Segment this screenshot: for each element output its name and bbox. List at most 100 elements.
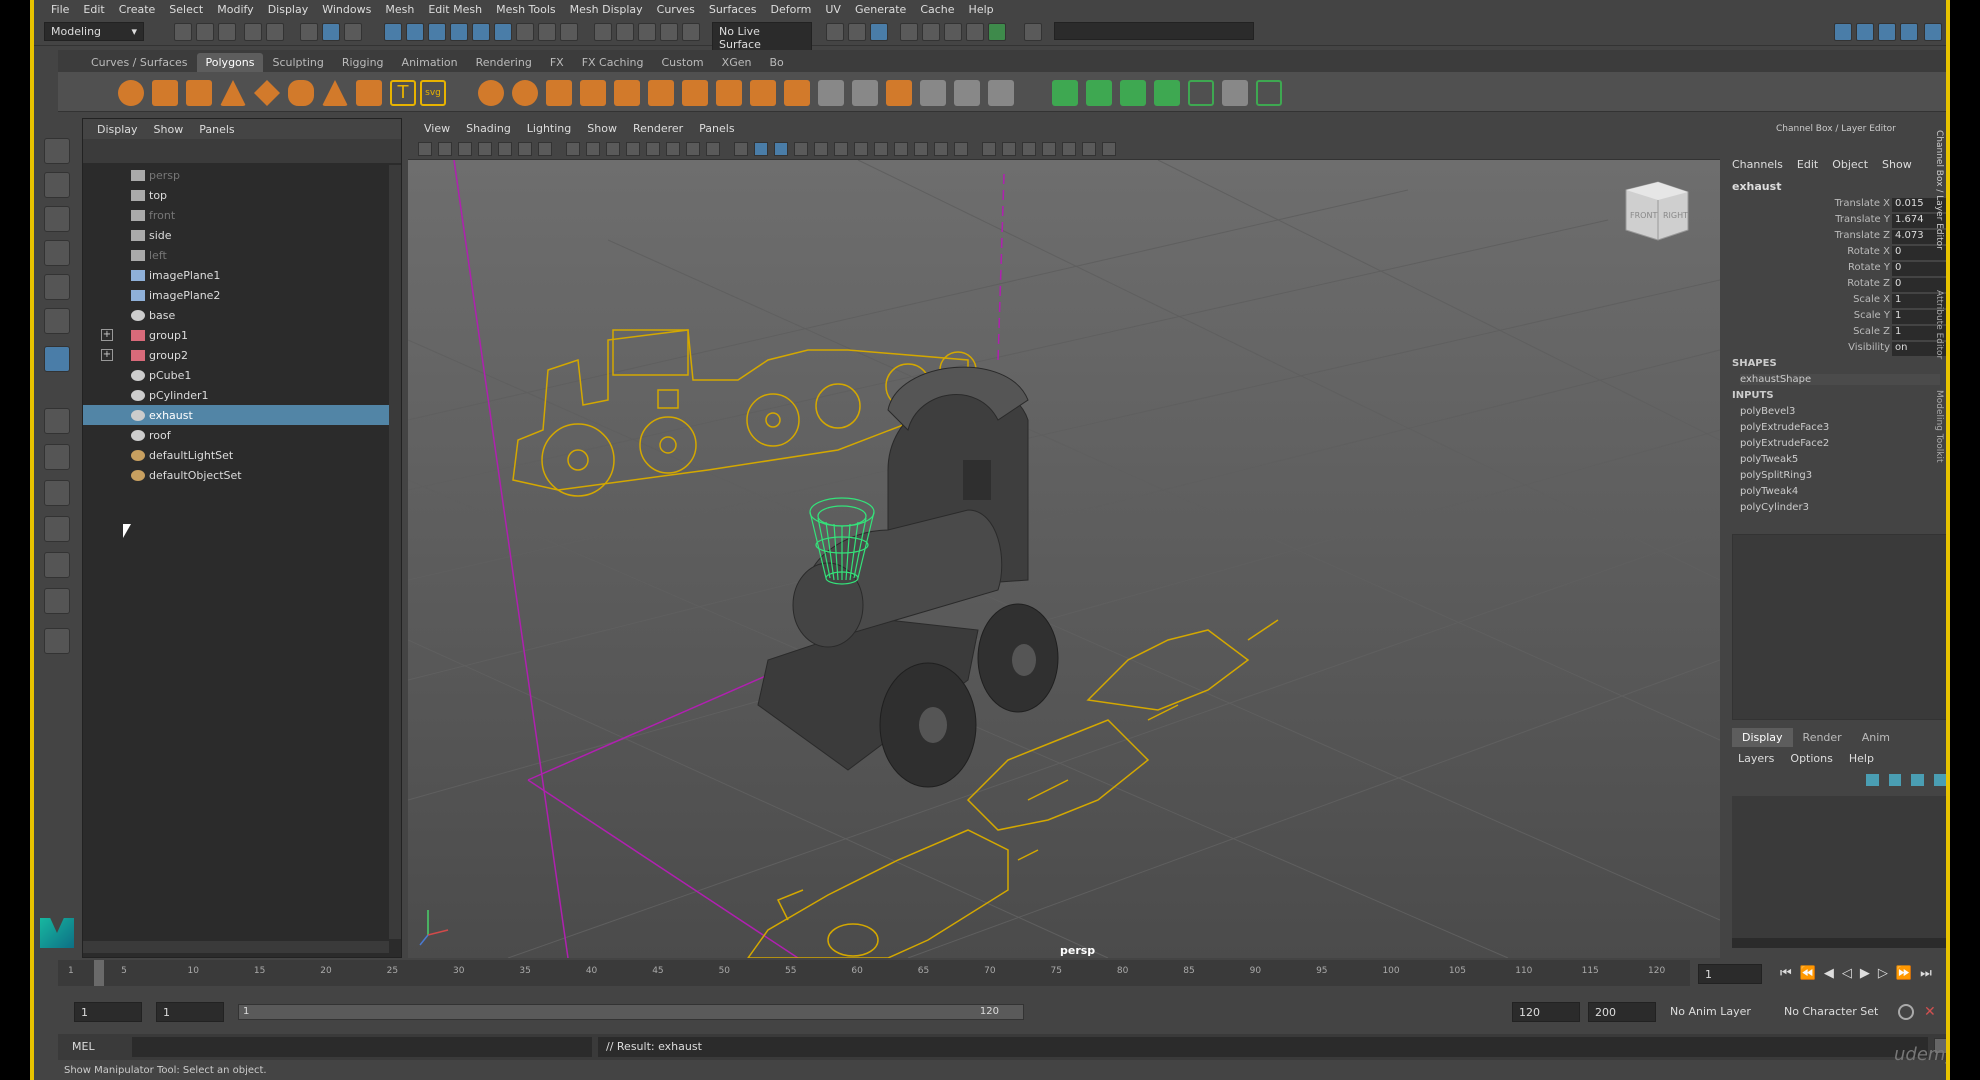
viewport-tool-icon[interactable] [418,142,432,156]
viewport-tool-icon[interactable] [586,142,600,156]
select-component-icon[interactable] [344,23,362,41]
magnet-icon[interactable] [660,23,678,41]
multicut-icon[interactable] [784,80,810,106]
command-search-field[interactable] [1054,22,1254,40]
layout-icon[interactable] [1856,23,1874,41]
undo-icon[interactable] [244,23,262,41]
target-weld-icon[interactable] [852,80,878,106]
magnet-icon[interactable] [616,23,634,41]
new-layer-icon[interactable] [1911,774,1924,786]
viewport-tool-icon[interactable] [1062,142,1076,156]
input-node-item[interactable]: polyCylinder3 [1740,502,1809,513]
four-view-icon[interactable] [44,444,70,470]
viewport-tool-icon[interactable] [686,142,700,156]
magnet-icon[interactable] [638,23,656,41]
shelf-tab-fx-caching[interactable]: FX Caching [573,53,653,72]
viewport-tool-icon[interactable] [982,142,996,156]
poly-sphere-icon[interactable] [118,80,144,106]
outliner-item-defaultobjectset[interactable]: defaultObjectSet [83,465,389,485]
expand-icon[interactable]: + [101,349,113,361]
expand-icon[interactable]: + [101,329,113,341]
viewport-tool-icon[interactable] [854,142,868,156]
viewport-tool-icon[interactable] [874,142,888,156]
persp-outliner-icon[interactable] [44,480,70,506]
viewport-tool-icon[interactable] [706,142,720,156]
poly-torus-icon[interactable] [288,80,314,106]
outliner-item-persp[interactable]: persp [83,165,389,185]
planar-map-icon[interactable] [988,80,1014,106]
input-node-item[interactable]: polyTweak4 [1740,486,1798,497]
uv-sew-icon[interactable] [1154,80,1180,106]
outliner-item-defaultlightset[interactable]: defaultLightSet [83,445,389,465]
menu-surfaces[interactable]: Surfaces [702,3,764,16]
viewport-tool-icon[interactable] [646,142,660,156]
start-time-field[interactable]: 1 [74,1002,142,1022]
menu-edit[interactable]: Edit [76,3,111,16]
render-view-icon[interactable] [900,23,918,41]
playback-start-field[interactable]: 1 [156,1002,224,1022]
menu-cache[interactable]: Cache [913,3,961,16]
current-time-marker[interactable] [94,960,104,986]
manipulator-tool-icon[interactable] [44,346,70,372]
single-perspective-icon[interactable] [44,408,70,434]
shelf-tab-fx[interactable]: FX [541,53,573,72]
smooth-icon[interactable] [580,80,606,106]
rotate-tool-icon[interactable] [44,274,70,300]
shelf-tab-sculpting[interactable]: Sculpting [263,53,332,72]
shelf-tab-xgen[interactable]: XGen [713,53,761,72]
viewport-tool-icon[interactable] [914,142,928,156]
new-layer-selected-icon[interactable] [1933,774,1946,786]
open-scene-icon[interactable] [196,23,214,41]
bevel-icon[interactable] [682,80,708,106]
outliner-item-pcylinder1[interactable]: pCylinder1 [83,385,389,405]
select-hierarchy-icon[interactable] [300,23,318,41]
viewport-menu-show[interactable]: Show [579,122,625,135]
hypershade-icon[interactable] [988,23,1006,41]
viewport-tool-icon[interactable] [1102,142,1116,156]
viewport-tool-icon[interactable] [1022,142,1036,156]
poly-pipe-icon[interactable] [356,80,382,106]
outliner-item-left[interactable]: left [83,245,389,265]
poly-pyramid-icon[interactable] [322,80,348,106]
play-back-icon[interactable]: ◁ [1842,966,1852,981]
separate-icon[interactable] [512,80,538,106]
outliner-item-roof[interactable]: roof [83,425,389,445]
menu-deform[interactable]: Deform [763,3,818,16]
attribute-editor-side-tab[interactable]: Attribute Editor [1934,290,1944,359]
magnet-icon[interactable] [682,23,700,41]
persp-viewport[interactable]: FRONT RIGHT persp [408,160,1720,958]
viewport-tool-icon[interactable] [538,142,552,156]
bridge-icon[interactable] [716,80,742,106]
channel-box-side-tab[interactable]: Channel Box / Layer Editor [1934,130,1944,250]
viewport-menu-view[interactable]: View [416,122,458,135]
uv-move-icon[interactable] [1188,80,1214,106]
go-to-start-icon[interactable]: ⏮ [1780,966,1792,981]
anim-layer-dropdown[interactable]: No Anim Layer [1670,1005,1751,1018]
outliner-hscrollbar[interactable] [83,941,389,953]
scale-tool-icon[interactable] [44,308,70,334]
snap-view-icon[interactable] [450,23,468,41]
preferences-icon[interactable]: ✕ [1924,1004,1940,1020]
train-model[interactable] [757,366,1059,788]
outliner-layout-icon[interactable] [44,516,70,542]
input-ops-icon[interactable] [826,23,844,41]
extrude-icon[interactable] [648,80,674,106]
step-back-key-icon[interactable]: ⏪ [1800,966,1816,981]
time-slider[interactable]: 1 5 10 15 20 25 30 35 40 45 50 55 60 65 70 75 80 85 90 95 10… [58,960,1690,986]
outliner-item-exhaust[interactable]: exhaust [83,405,389,425]
viewport-tool-icon[interactable] [954,142,968,156]
menu-mesh[interactable]: Mesh [378,3,421,16]
viewport-tool-icon[interactable] [478,142,492,156]
view-cube[interactable]: FRONT RIGHT [1625,181,1689,241]
viewport-tool-icon[interactable] [734,142,748,156]
shelf-tab-animation[interactable]: Animation [393,53,467,72]
channel-rotate-z[interactable]: Rotate Z0 [1726,278,1946,294]
channel-menu-edit[interactable]: Edit [1797,158,1818,171]
save-scene-icon[interactable] [218,23,236,41]
menu-mesh-display[interactable]: Mesh Display [563,3,650,16]
outliner-search-bar[interactable] [83,139,401,163]
outliner-item-base[interactable]: base [83,305,389,325]
move-layer-up-icon[interactable] [1866,774,1879,786]
viewport-tool-icon[interactable] [1002,142,1016,156]
viewport-menu-panels[interactable]: Panels [691,122,742,135]
